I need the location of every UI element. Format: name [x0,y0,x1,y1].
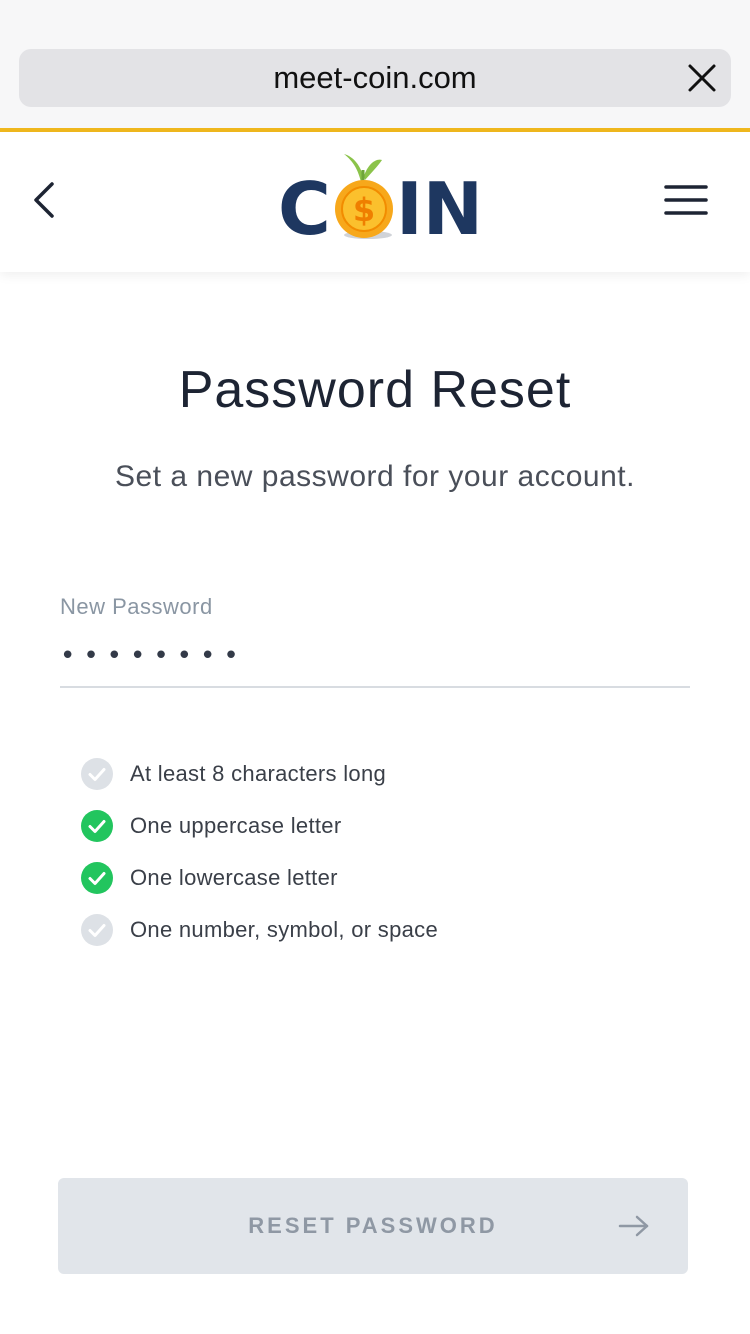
reset-password-label: RESET PASSWORD [248,1213,498,1238]
requirement-item: One number, symbol, or space [80,904,680,956]
requirement-label: One lowercase letter [130,865,338,890]
page-title: Password Reset [178,361,572,419]
reset-password-button[interactable]: RESET PASSWORD [58,1178,688,1274]
logo-text-left: C [278,167,331,251]
address-bar[interactable]: meet-coin.com [19,49,731,107]
chevron-left-icon[interactable] [30,180,60,220]
new-password-label: New Password [60,594,213,619]
password-requirements-list: At least 8 characters long One uppercase… [80,748,680,956]
coin-logo[interactable]: $ C IN [278,142,478,252]
close-icon[interactable] [687,63,717,93]
new-password-input[interactable] [60,634,690,678]
requirement-item: At least 8 characters long [80,748,680,800]
requirement-item: One uppercase letter [80,800,680,852]
requirement-label: At least 8 characters long [130,761,387,786]
logo-text-right: IN [396,167,478,251]
browser-bar: meet-coin.com [0,0,750,128]
coin-dollar-sign: $ [353,191,375,229]
new-password-field[interactable]: New Password [60,592,690,688]
hamburger-menu-icon[interactable] [664,184,708,216]
address-bar-url[interactable]: meet-coin.com [19,49,731,107]
page-subtitle: Set a new password for your account. [115,460,635,493]
check-circle-icon [81,914,113,946]
check-circle-icon [81,810,113,842]
check-circle-icon [81,862,113,894]
check-circle-icon [81,758,113,790]
requirement-label: One uppercase letter [130,813,342,838]
sprout-leaf-left [344,154,363,182]
sprout-leaf-right [364,159,382,180]
arrow-right-icon [618,1215,649,1237]
site-header: $ C IN [0,132,750,272]
requirement-item: One lowercase letter [80,852,680,904]
requirement-label: One number, symbol, or space [130,917,438,942]
